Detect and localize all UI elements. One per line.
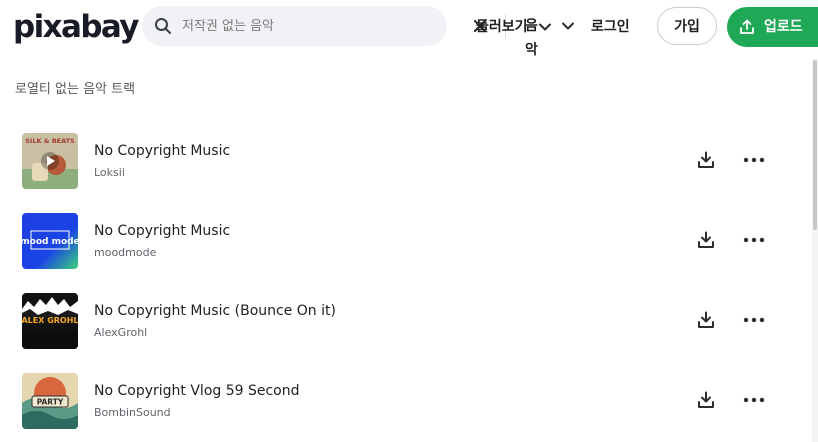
- track-title[interactable]: No Copyright Music: [94, 221, 230, 241]
- search-icon[interactable]: [154, 17, 172, 35]
- track-thumbnail[interactable]: SILK & BEATS: [22, 133, 78, 189]
- album-art-text: ALEX GROHL: [22, 316, 78, 325]
- album-art-image: PARTY: [22, 373, 78, 429]
- track-row[interactable]: ALEX GROHL No Copyright Music (Bounce On…: [0, 293, 818, 349]
- album-art-image: SILK & BEATS: [22, 133, 78, 189]
- more-options-icon[interactable]: [743, 157, 765, 163]
- scrollbar-thumb[interactable]: [813, 60, 817, 230]
- track-row[interactable]: mood mode No Copyright Music moodmode: [0, 213, 818, 269]
- track-artist[interactable]: AlexGrohl: [94, 325, 147, 341]
- track-thumbnail[interactable]: PARTY: [22, 373, 78, 429]
- track-title[interactable]: No Copyright Vlog 59 Second: [94, 381, 300, 401]
- track-title[interactable]: No Copyright Music: [94, 141, 230, 161]
- chevron-down-icon: [562, 22, 574, 30]
- track-artist[interactable]: moodmode: [94, 245, 156, 261]
- scrollbar[interactable]: [812, 60, 818, 442]
- album-art-text: PARTY: [37, 398, 64, 407]
- more-options-icon[interactable]: [743, 237, 765, 243]
- download-icon[interactable]: [697, 231, 715, 249]
- search-input[interactable]: [182, 15, 322, 37]
- top-navigation-bar: pixabay 음악 둘러보기 로그인 가입 업로: [0, 0, 818, 58]
- track-artist[interactable]: Loksii: [94, 165, 125, 181]
- track-artist[interactable]: BombinSound: [94, 405, 171, 421]
- track-thumbnail[interactable]: ALEX GROHL: [22, 293, 78, 349]
- download-icon[interactable]: [697, 311, 715, 329]
- upload-icon: [740, 19, 754, 34]
- login-link[interactable]: 로그인: [591, 16, 630, 38]
- explore-label: 둘러보기: [476, 19, 528, 35]
- more-options-icon[interactable]: [743, 317, 765, 323]
- more-options-icon[interactable]: [743, 397, 765, 403]
- signup-button[interactable]: 가입: [657, 7, 717, 45]
- album-art-text: SILK & BEATS: [25, 137, 75, 145]
- track-thumbnail[interactable]: mood mode: [22, 213, 78, 269]
- download-icon[interactable]: [697, 391, 715, 409]
- download-icon[interactable]: [697, 151, 715, 169]
- album-art-image: mood mode: [22, 213, 78, 269]
- upload-label: 업로드: [764, 19, 803, 35]
- track-title[interactable]: No Copyright Music (Bounce On it): [94, 301, 336, 321]
- section-title: 로열티 없는 음악 트랙: [15, 82, 136, 97]
- album-art-image: ALEX GROHL: [22, 293, 78, 349]
- track-row[interactable]: PARTY No Copyright Vlog 59 Second Bombin…: [0, 373, 818, 429]
- chevron-down-icon: [539, 23, 551, 31]
- album-art-text: mood mode: [22, 237, 78, 247]
- track-row[interactable]: SILK & BEATS No Copyright Music Loksii: [0, 133, 818, 189]
- search-bar: 음악: [142, 6, 574, 58]
- upload-button[interactable]: 업로드: [727, 7, 818, 47]
- pixabay-logo[interactable]: pixabay: [13, 7, 140, 47]
- explore-menu[interactable]: 둘러보기: [476, 16, 551, 38]
